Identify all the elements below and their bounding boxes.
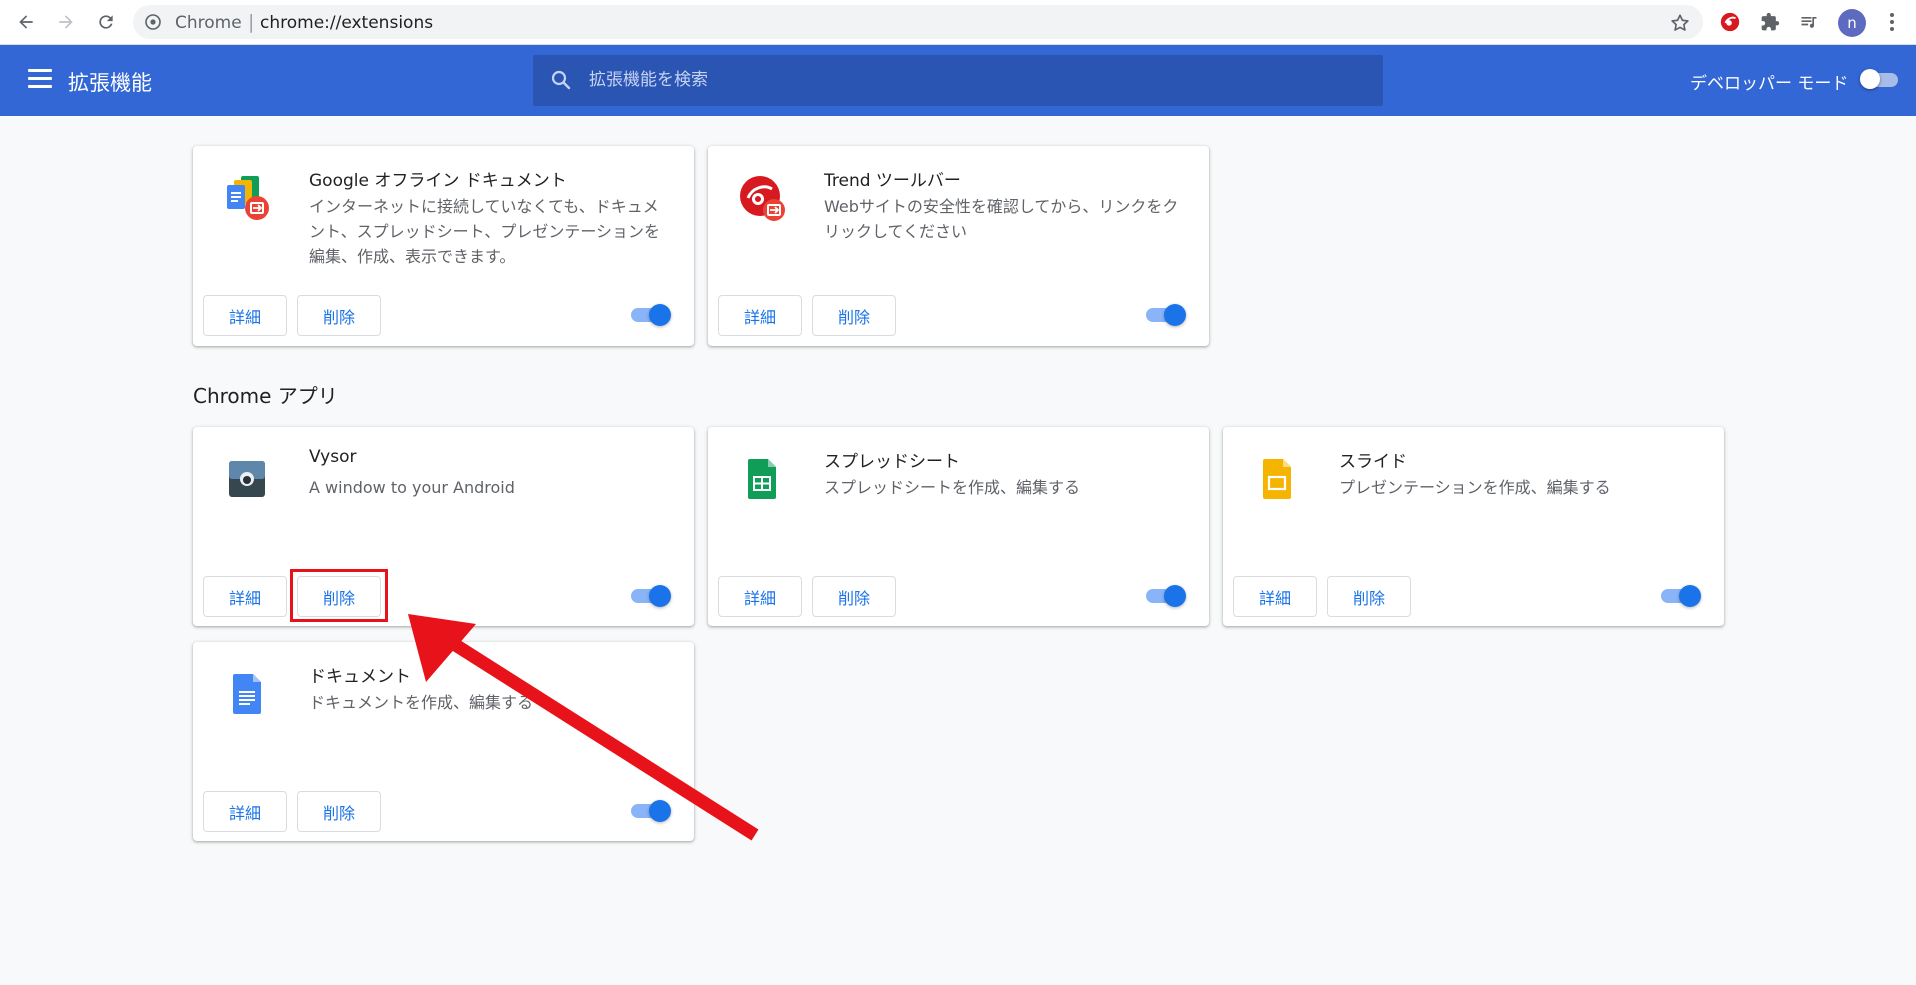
- vysor-icon: [229, 461, 265, 497]
- kebab-menu-icon: [1890, 13, 1894, 31]
- back-arrow-icon: [19, 15, 33, 29]
- reload-button[interactable]: [92, 8, 120, 36]
- details-button[interactable]: 詳細: [203, 576, 287, 617]
- app-name: スプレッドシート: [824, 452, 960, 472]
- puzzle-icon: [1761, 12, 1780, 31]
- remove-button[interactable]: 削除: [297, 791, 381, 832]
- extension-card-google-offline-docs: Google オフライン ドキュメント インターネットに接続していなくても、ドキ…: [193, 146, 694, 346]
- browser-toolbar: Chrome | chrome://extensions n: [0, 0, 1916, 45]
- extensions-menu-button[interactable]: [1758, 10, 1782, 34]
- google-slides-icon: [1263, 459, 1291, 499]
- extensions-header: 拡張機能 デベロッパー モード: [0, 45, 1916, 116]
- search-input[interactable]: [589, 67, 1349, 93]
- remove-button[interactable]: 削除: [812, 576, 896, 617]
- reading-list-button[interactable]: [1797, 10, 1821, 34]
- app-card-sheets: スプレッドシート スプレッドシートを作成、編集する 詳細 削除: [708, 427, 1209, 626]
- app-card-slides: スライド プレゼンテーションを作成、編集する 詳細 削除: [1223, 427, 1724, 626]
- enable-toggle[interactable]: [1661, 585, 1701, 607]
- extension-name: Trend ツールバー: [824, 171, 961, 191]
- search-icon: [551, 70, 571, 90]
- highlight-box-remove-vysor: [290, 569, 388, 622]
- forward-arrow-icon: [59, 15, 73, 29]
- extension-description: Webサイトの安全性を確認してから、リンクをクリックしてください: [824, 197, 1179, 241]
- extension-description: インターネットに接続していなくても、ドキュメント、スプレッドシート、プレゼンテー…: [309, 197, 661, 266]
- app-name: ドキュメント: [309, 667, 411, 687]
- extension-name: Google オフライン ドキュメント: [309, 171, 567, 191]
- details-button[interactable]: 詳細: [203, 295, 287, 336]
- app-description: スプレッドシートを作成、編集する: [824, 478, 1081, 497]
- chrome-apps-section-title: Chrome アプリ: [193, 384, 338, 408]
- hamburger-menu-icon[interactable]: [28, 69, 52, 91]
- remove-button[interactable]: 削除: [812, 295, 896, 336]
- address-separator: |: [248, 11, 255, 33]
- chrome-logo-icon: [145, 14, 161, 30]
- address-url: chrome://extensions: [260, 13, 434, 33]
- remove-button[interactable]: 削除: [1327, 576, 1411, 617]
- reload-icon: [99, 15, 113, 29]
- enable-toggle[interactable]: [1146, 304, 1186, 326]
- profile-avatar[interactable]: n: [1838, 9, 1866, 37]
- trend-micro-icon: [740, 176, 785, 221]
- details-button[interactable]: 詳細: [203, 791, 287, 832]
- page-title: 拡張機能: [68, 71, 152, 95]
- enable-toggle[interactable]: [631, 304, 671, 326]
- app-card-vysor: Vysor A window to your Android 詳細 削除: [193, 427, 694, 626]
- browser-menu-button[interactable]: [1880, 10, 1904, 34]
- app-name: Vysor: [309, 447, 357, 467]
- app-description: A window to your Android: [309, 478, 515, 497]
- details-button[interactable]: 詳細: [1233, 576, 1317, 617]
- google-docs-offline-icon: [227, 176, 269, 220]
- google-sheets-icon: [748, 459, 776, 499]
- enable-toggle[interactable]: [1146, 585, 1186, 607]
- trend-extension-icon[interactable]: [1718, 10, 1742, 34]
- bookmark-star-icon[interactable]: [1669, 12, 1691, 34]
- extension-card-trend-toolbar: Trend ツールバー Webサイトの安全性を確認してから、リンクをクリックして…: [708, 146, 1209, 346]
- forward-button[interactable]: [52, 8, 80, 36]
- red-arrow-annotation: [408, 614, 759, 841]
- developer-mode-label: デベロッパー モード: [1690, 74, 1849, 94]
- remove-button[interactable]: 削除: [297, 295, 381, 336]
- developer-mode-toggle[interactable]: [1860, 69, 1898, 89]
- search-box[interactable]: [533, 55, 1383, 106]
- app-description: プレゼンテーションを作成、編集する: [1339, 478, 1611, 497]
- address-bar[interactable]: Chrome | chrome://extensions: [133, 5, 1703, 39]
- app-name: スライド: [1339, 452, 1407, 472]
- google-docs-icon: [233, 674, 261, 714]
- details-button[interactable]: 詳細: [718, 295, 802, 336]
- playlist-icon: [1801, 17, 1817, 28]
- address-scheme-label: Chrome: [175, 13, 242, 33]
- trend-micro-toolbar-icon: [1720, 12, 1740, 32]
- enable-toggle[interactable]: [631, 585, 671, 607]
- back-button[interactable]: [12, 8, 40, 36]
